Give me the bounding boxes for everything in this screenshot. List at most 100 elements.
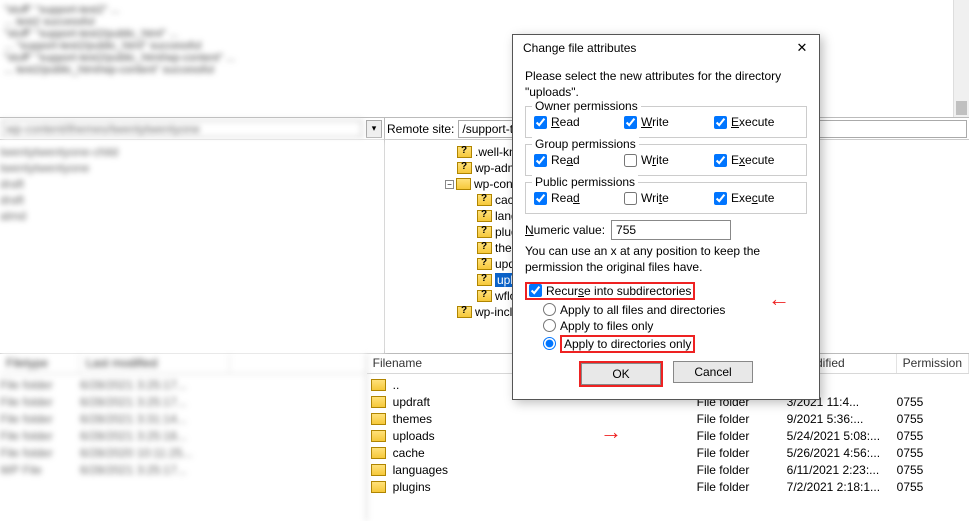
radio-label: Apply to all files and directories <box>560 303 725 317</box>
cell-perm: 0755 <box>897 463 957 477</box>
cell: 6/28/2021 3:25:17... <box>80 395 187 409</box>
folder-icon <box>371 413 386 425</box>
folder-icon <box>371 481 386 493</box>
cell-type: File folder <box>697 480 787 494</box>
owner-execute-checkbox[interactable]: Execute <box>714 115 792 129</box>
local-path-input[interactable] <box>2 120 362 138</box>
folder-icon <box>457 146 472 158</box>
cell-type: File folder <box>697 446 787 460</box>
tree-item[interactable]: twentytwentyone <box>0 161 89 175</box>
cell-perm: 0755 <box>897 480 957 494</box>
folder-icon <box>456 178 471 190</box>
cell: 6/28/2020 10:11:25... <box>80 446 193 460</box>
cell-perm: 0755 <box>897 395 957 409</box>
cell-perm: 0755 <box>897 429 957 443</box>
cell-name: updraft <box>393 395 430 409</box>
group-execute-checkbox[interactable]: Execute <box>714 153 792 167</box>
group-legend: Owner permissions <box>532 99 641 113</box>
annotation-arrow-icon: → <box>600 419 622 445</box>
cell: WP File <box>0 463 80 477</box>
list-row[interactable]: languagesFile folder6/11/2021 2:23:...07… <box>367 461 969 478</box>
cell: File folder <box>0 412 80 426</box>
local-file-list[interactable]: Filetype Last modified File folder6/28/2… <box>0 354 367 521</box>
cell-name: cache <box>393 446 425 460</box>
folder-icon <box>371 447 386 459</box>
cell-modified: 6/11/2021 2:23:... <box>787 463 897 477</box>
cell-perm: 0755 <box>897 412 957 426</box>
log-line: ... test2/public_html/wp-content" succes… <box>4 64 965 76</box>
apply-files-radio[interactable]: Apply to files only <box>543 319 807 333</box>
log-line: "stuff" "support-test2" ... <box>4 4 965 16</box>
collapse-icon[interactable]: − <box>445 180 454 189</box>
log-pane: "stuff" "support-test2" ... ... test2 su… <box>0 0 969 118</box>
hint-text: You can use an x at any position to keep… <box>525 243 807 275</box>
cell-perm: 0755 <box>897 446 957 460</box>
dialog-title: Change file attributes <box>523 41 636 55</box>
list-row[interactable]: uploads File folder5/24/2021 5:08:...0755 <box>367 427 969 444</box>
log-scrollbar[interactable] <box>953 0 969 117</box>
folder-icon <box>477 274 492 286</box>
local-tree[interactable]: twentytwentyone-child twentytwentyone dr… <box>0 140 384 353</box>
numeric-value-input[interactable] <box>611 220 731 240</box>
cell: File folder <box>0 378 80 392</box>
group-read-checkbox[interactable]: Read <box>534 153 612 167</box>
owner-permissions-group: Owner permissions Read Write Execute <box>525 106 807 138</box>
tree-item[interactable]: almd <box>0 209 26 223</box>
radio-label: Apply to directories only <box>560 335 695 353</box>
owner-read-checkbox[interactable]: Read <box>534 115 612 129</box>
public-read-checkbox[interactable]: Read <box>534 191 612 205</box>
tree-item[interactable]: twentytwentyone-child <box>0 145 118 159</box>
cell-type: File folder <box>697 412 787 426</box>
folder-icon <box>457 162 472 174</box>
dialog-titlebar[interactable]: Change file attributes ✕ <box>513 35 819 61</box>
folder-icon <box>371 396 386 408</box>
col-lastmodified[interactable]: Last modified <box>80 354 230 373</box>
remote-site-label: Remote site: <box>387 122 454 136</box>
col-permissions[interactable]: Permission <box>897 354 969 373</box>
cell: File folder <box>0 429 80 443</box>
tree-item[interactable]: draft <box>0 177 24 191</box>
log-line: ... "support-test2/public_html" successf… <box>4 40 965 52</box>
folder-icon <box>477 210 492 222</box>
apply-dirs-radio[interactable]: Apply to directories only <box>543 335 807 353</box>
local-path-dropdown[interactable]: ▾ <box>366 120 382 138</box>
cell-type: File folder <box>697 429 787 443</box>
public-write-checkbox[interactable]: Write <box>624 191 702 205</box>
cell-modified: 5/24/2021 5:08:... <box>787 429 897 443</box>
group-legend: Group permissions <box>532 137 639 151</box>
log-line: "stuff" "support-test2/public_html/wp-co… <box>4 52 965 64</box>
recurse-label: Recurse into subdirectories <box>546 284 691 298</box>
folder-icon <box>477 242 492 254</box>
cell-name: uploads <box>393 429 435 443</box>
public-execute-checkbox[interactable]: Execute <box>714 191 792 205</box>
folder-icon <box>457 306 472 318</box>
log-line: ... test2 successful <box>4 16 965 28</box>
change-attributes-dialog: Change file attributes ✕ Please select t… <box>512 34 820 400</box>
cell-modified: 5/26/2021 4:56:... <box>787 446 897 460</box>
recurse-checkbox[interactable] <box>529 284 542 297</box>
radio-label: Apply to files only <box>560 319 653 333</box>
group-write-checkbox[interactable]: Write <box>624 153 702 167</box>
cell: File folder <box>0 446 80 460</box>
cancel-button[interactable]: Cancel <box>673 361 753 383</box>
cell-name: .. <box>393 378 400 392</box>
log-content: "stuff" "support-test2" ... ... test2 su… <box>4 4 965 76</box>
folder-icon <box>477 290 492 302</box>
cell-type: File folder <box>697 463 787 477</box>
cell: 6/28/2021 3:25:17... <box>80 463 187 477</box>
group-legend: Public permissions <box>532 175 638 189</box>
folder-icon <box>477 226 492 238</box>
group-permissions-group: Group permissions Read Write Execute <box>525 144 807 176</box>
list-row[interactable]: themesFile folder9/2021 5:36:...0755 <box>367 410 969 427</box>
list-row[interactable]: pluginsFile folder7/2/2021 2:18:1...0755 <box>367 478 969 495</box>
list-row[interactable]: cache File folder5/26/2021 4:56:...0755 <box>367 444 969 461</box>
tree-item[interactable]: draft <box>0 193 24 207</box>
folder-icon <box>371 464 386 476</box>
scrollbar-thumb[interactable] <box>956 101 967 115</box>
close-icon[interactable]: ✕ <box>791 40 813 56</box>
ok-button[interactable]: OK <box>581 363 661 385</box>
owner-write-checkbox[interactable]: Write <box>624 115 702 129</box>
col-filetype[interactable]: Filetype <box>0 354 80 373</box>
log-line: "stuff" "support-test2/public_html" ... <box>4 28 965 40</box>
cell: 6/28/2021 3:25:18... <box>80 429 187 443</box>
